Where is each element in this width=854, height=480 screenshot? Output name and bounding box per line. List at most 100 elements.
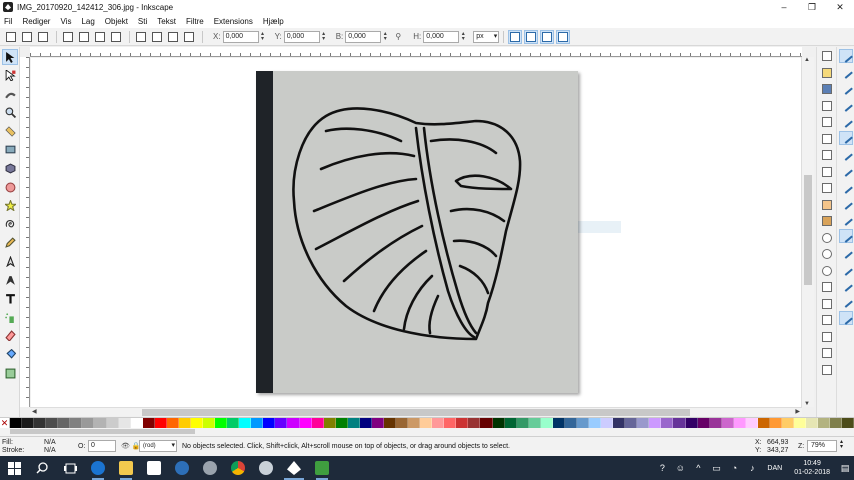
palette-swatch[interactable] <box>685 418 698 428</box>
snap-bbox-edge-icon[interactable] <box>839 82 853 96</box>
palette-swatch[interactable] <box>323 418 336 428</box>
no-paint-swatch[interactable]: ✕ <box>0 418 10 428</box>
menu-text[interactable]: Tekst <box>157 17 176 26</box>
width-spinner[interactable]: ▴ ▾ <box>381 31 389 43</box>
imported-image[interactable] <box>256 71 578 393</box>
taskbar-edge[interactable] <box>84 456 112 480</box>
deselect-icon[interactable] <box>36 30 50 44</box>
volume-icon[interactable]: ♪ <box>745 456 759 480</box>
palette-swatch[interactable] <box>94 418 107 428</box>
ellipse-tool-icon[interactable] <box>2 179 18 195</box>
wifi-icon[interactable]: ◔ <box>727 456 741 480</box>
clock[interactable]: 10:49 01-02-2018 <box>794 459 830 477</box>
taskbar-inkscape[interactable] <box>280 456 308 480</box>
taskbar-app-light[interactable] <box>252 456 280 480</box>
paint-bucket-tool-icon[interactable] <box>2 347 18 363</box>
transform-patterns-icon[interactable] <box>556 29 571 44</box>
pencil-tool-icon[interactable] <box>2 235 18 251</box>
palette-swatch[interactable] <box>673 418 686 428</box>
menu-path[interactable]: Sti <box>138 17 147 26</box>
palette-swatch[interactable] <box>251 418 264 428</box>
scroll-up-icon[interactable]: ▲ <box>804 57 810 63</box>
palette-swatch[interactable] <box>540 418 553 428</box>
open-icon[interactable] <box>820 66 834 80</box>
x-spinner[interactable]: ▴ ▾ <box>259 31 267 43</box>
taskbar-file-explorer[interactable] <box>112 456 140 480</box>
palette-swatch[interactable] <box>818 418 831 428</box>
snap-midpoint-icon[interactable] <box>839 213 853 227</box>
menu-help[interactable]: Hjælp <box>263 17 284 26</box>
snap-guide-icon[interactable] <box>839 311 853 326</box>
rotate-cw-icon[interactable] <box>77 30 91 44</box>
gradient-tool-icon[interactable] <box>2 365 18 381</box>
menu-edit[interactable]: Rediger <box>22 17 50 26</box>
palette-swatch[interactable] <box>625 418 638 428</box>
taskbar-app-blue[interactable] <box>168 456 196 480</box>
snap-center-icon[interactable] <box>839 229 853 244</box>
select-all-layers-icon[interactable] <box>20 30 34 44</box>
rotate-ccw-icon[interactable] <box>61 30 75 44</box>
close-button[interactable]: ✕ <box>826 0 854 14</box>
copy-icon[interactable] <box>820 181 834 195</box>
palette-swatch[interactable] <box>311 418 324 428</box>
lower-icon[interactable] <box>166 30 180 44</box>
palette-swatch[interactable] <box>589 418 602 428</box>
palette-swatch[interactable] <box>408 418 421 428</box>
start-button[interactable] <box>0 456 28 480</box>
palette-swatch[interactable] <box>130 418 143 428</box>
taskbar-app-gray[interactable] <box>196 456 224 480</box>
palette-swatch[interactable] <box>82 418 95 428</box>
spray-tool-icon[interactable] <box>2 309 18 325</box>
height-spinner[interactable]: ▴ ▾ <box>459 31 467 43</box>
input-language[interactable]: DAN <box>767 465 782 472</box>
horizontal-scrollbar[interactable]: ◀ ▶ <box>30 407 802 416</box>
menu-view[interactable]: Vis <box>60 17 71 26</box>
unlink-clone-icon[interactable] <box>820 313 834 327</box>
flip-vertical-icon[interactable] <box>109 30 123 44</box>
palette-swatch[interactable] <box>299 418 312 428</box>
menu-extensions[interactable]: Extensions <box>214 17 253 26</box>
palette-swatch[interactable] <box>794 418 807 428</box>
rectangle-tool-icon[interactable] <box>2 142 18 158</box>
palette-swatch[interactable] <box>456 418 469 428</box>
palette-swatch[interactable] <box>154 418 167 428</box>
palette-swatch[interactable] <box>178 418 191 428</box>
palette-swatch[interactable] <box>106 418 119 428</box>
paste-icon[interactable] <box>820 214 834 228</box>
palette-scroll-thumb[interactable] <box>10 429 195 434</box>
drawing-canvas[interactable] <box>31 58 801 407</box>
clone-icon[interactable] <box>820 297 834 311</box>
palette-swatch[interactable] <box>118 418 131 428</box>
pen-tool-icon[interactable] <box>2 254 18 270</box>
palette-swatch[interactable] <box>661 418 674 428</box>
export-icon[interactable] <box>820 132 834 146</box>
palette-swatch[interactable] <box>806 418 819 428</box>
palette-swatch[interactable] <box>733 418 746 428</box>
new-document-icon[interactable] <box>820 49 834 63</box>
text-tool-icon[interactable] <box>2 291 18 307</box>
duplicate-icon[interactable] <box>820 280 834 294</box>
redo-icon[interactable] <box>820 165 834 179</box>
palette-swatch[interactable] <box>239 418 252 428</box>
select-all-icon[interactable] <box>4 30 18 44</box>
ungroup-icon[interactable] <box>820 346 834 360</box>
palette-swatch[interactable] <box>480 418 493 428</box>
print-icon[interactable] <box>820 99 834 113</box>
palette-swatch[interactable] <box>432 418 445 428</box>
palette-swatch[interactable] <box>420 418 433 428</box>
palette-swatch[interactable] <box>34 418 47 428</box>
palette-swatch[interactable] <box>10 418 23 428</box>
snap-text-baseline-icon[interactable] <box>839 262 853 276</box>
palette-scrollbar[interactable] <box>0 428 854 436</box>
palette-swatch[interactable] <box>516 418 529 428</box>
snap-toggle-icon[interactable] <box>839 49 853 63</box>
palette-swatch[interactable] <box>782 418 795 428</box>
zoom-input[interactable]: 79% <box>807 440 837 452</box>
palette-swatch[interactable] <box>359 418 372 428</box>
snap-page-border-icon[interactable] <box>839 278 853 292</box>
group-icon[interactable] <box>820 330 834 344</box>
snap-bbox-icon[interactable] <box>839 65 853 79</box>
zoom-selection-icon[interactable] <box>820 231 834 245</box>
palette-swatch[interactable] <box>58 418 71 428</box>
palette-swatch[interactable] <box>637 418 650 428</box>
